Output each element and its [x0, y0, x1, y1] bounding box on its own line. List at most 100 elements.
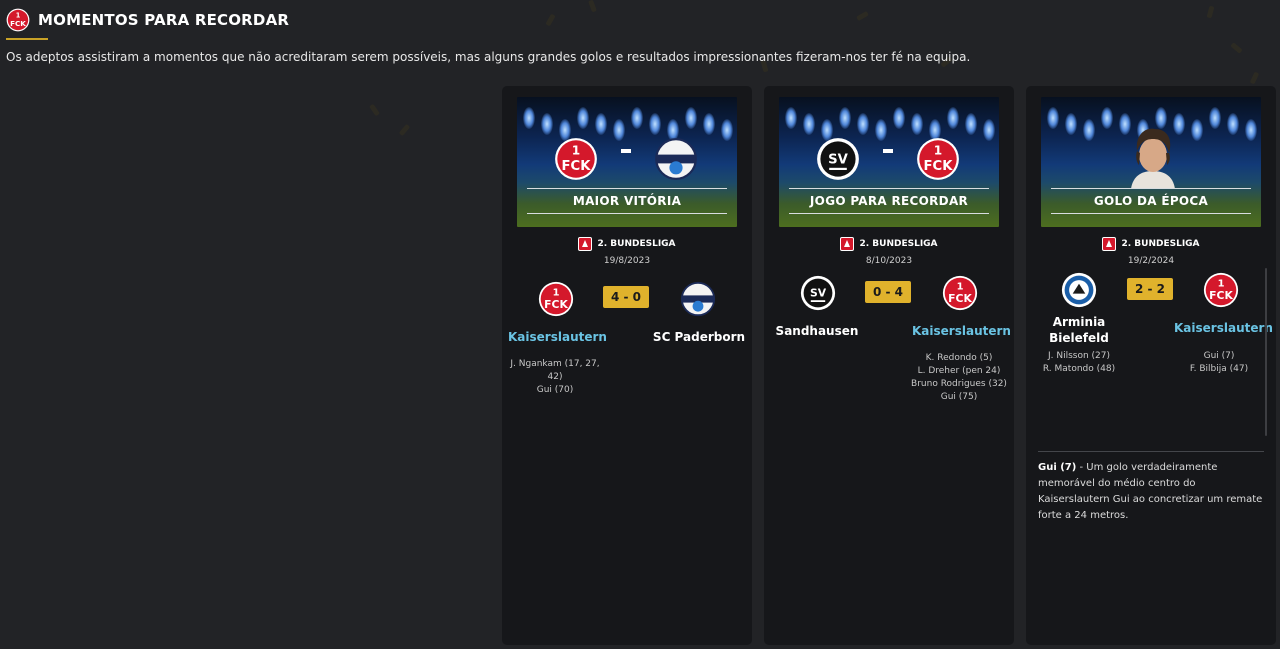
home-team-name[interactable]: Sandhausen [770, 323, 864, 339]
away-team-name[interactable]: Kaiserslautern [1174, 320, 1273, 336]
banner-title: JOGO PARA RECORDAR [809, 194, 969, 208]
stadium-light [803, 113, 815, 135]
club-badge-icon [6, 8, 30, 32]
divider-line [527, 213, 727, 214]
stadium-light [983, 119, 995, 141]
kaiserslautern-logo-icon [916, 137, 960, 181]
banner-title: MAIOR VITÓRIA [572, 194, 682, 208]
scorer-line: 42) [547, 372, 563, 382]
away-team-logo-icon[interactable] [942, 275, 978, 311]
stadium-banner: MAIOR VITÓRIA [517, 97, 737, 227]
scorer-line: Gui (7) [1203, 351, 1235, 361]
team-name-line: Bielefeld [1049, 331, 1109, 345]
goal-description: Gui (7) - Um golo verdadeiramente memorá… [1038, 460, 1264, 524]
confetti-decoration [545, 13, 556, 27]
sandhausen-logo-icon [816, 137, 860, 181]
league-label: 2. BUNDESLIGA [764, 237, 1014, 251]
scorer-line: Gui (70) [536, 385, 574, 395]
stadium-light [893, 107, 905, 129]
banner-title: GOLO DA ÉPOCA [1093, 194, 1209, 208]
bundesliga-logo-icon [578, 237, 592, 251]
league-name: 2. BUNDESLIGA [597, 239, 676, 249]
match-date: 19/2/2024 [1127, 256, 1175, 266]
confetti-decoration [856, 10, 869, 22]
paderborn-logo-icon [654, 137, 698, 181]
scrollbar[interactable] [1265, 268, 1267, 436]
divider-line [527, 188, 727, 189]
scorer-line: Gui (75) [940, 392, 978, 402]
away-team-name[interactable]: Kaiserslautern [912, 323, 1011, 339]
scorer-line: L. Dreher (pen 24) [917, 366, 1001, 376]
away-scorers: Gui (7) F. Bilbija (47) [1172, 350, 1266, 376]
confetti-decoration [398, 123, 411, 137]
stadium-lights [779, 97, 999, 157]
match-date: 19/8/2023 [603, 256, 651, 266]
player-photo [1131, 128, 1175, 189]
stadium-light [1065, 113, 1077, 135]
league-label: 2. BUNDESLIGA [502, 237, 752, 251]
bundesliga-logo-icon [1102, 237, 1116, 251]
divider-line [1051, 213, 1251, 214]
page-subtitle: Os adeptos assistiram a momentos que não… [6, 50, 971, 64]
stadium-light [613, 119, 625, 141]
stadium-light [523, 107, 535, 129]
stadium-light [631, 107, 643, 129]
home-team-name[interactable]: Kaiserslautern [508, 329, 607, 345]
stadium-light [1209, 107, 1221, 129]
stadium-light [1191, 119, 1203, 141]
league-name: 2. BUNDESLIGA [859, 239, 938, 249]
stadium-light [1227, 113, 1239, 135]
divider-line [789, 213, 989, 214]
moment-card-match-to-remember[interactable]: JOGO PARA RECORDAR 2. BUNDESLIGA 8/10/20… [764, 86, 1014, 645]
away-team-logo-icon[interactable] [1203, 272, 1239, 308]
stadium-light [1245, 119, 1257, 141]
goal-scorer: Gui (7) [1038, 462, 1077, 473]
score-box[interactable]: 2 - 2 [1127, 278, 1173, 300]
divider-line [789, 188, 989, 189]
home-team-logo-icon[interactable] [800, 275, 836, 311]
scorer-line: F. Bilbija (47) [1189, 364, 1249, 374]
confetti-decoration [1206, 5, 1215, 19]
score-box[interactable]: 4 - 0 [603, 286, 649, 308]
home-team-logo-icon[interactable] [1061, 272, 1097, 308]
scorer-line: K. Redondo (5) [925, 353, 993, 363]
bundesliga-logo-icon [840, 237, 854, 251]
versus-dash [883, 149, 893, 153]
home-team-logo-icon[interactable] [538, 281, 574, 317]
page-header: MOMENTOS PARA RECORDAR [6, 8, 289, 32]
stadium-light [541, 113, 553, 135]
moment-card-goal-of-season[interactable]: GOLO DA ÉPOCA 2. BUNDESLIGA 19/2/2024 2 … [1026, 86, 1276, 645]
stadium-banner: GOLO DA ÉPOCA [1041, 97, 1261, 227]
stadium-light [857, 113, 869, 135]
separator-line [1038, 451, 1264, 452]
scorer-line: Bruno Rodrigues (32) [911, 379, 1007, 389]
away-team-logo-icon[interactable] [680, 281, 716, 317]
home-team-name[interactable]: Arminia Bielefeld [1032, 314, 1126, 346]
score-box[interactable]: 0 - 4 [865, 281, 911, 303]
team-name-line: Arminia [1052, 315, 1106, 329]
stadium-light [577, 107, 589, 129]
moment-card-biggest-win[interactable]: MAIOR VITÓRIA 2. BUNDESLIGA 19/8/2023 4 … [502, 86, 752, 645]
league-name: 2. BUNDESLIGA [1121, 239, 1200, 249]
stadium-light [785, 107, 797, 129]
stadium-lights [517, 97, 737, 157]
stadium-light [721, 119, 733, 141]
match-date: 8/10/2023 [865, 256, 913, 266]
divider-line [1051, 188, 1251, 189]
scorer-line: J. Nilsson (27) [1047, 351, 1111, 361]
home-scorers: J. Ngankam (17, 27, 42) Gui (70) [508, 358, 602, 397]
confetti-decoration [1249, 71, 1260, 85]
stadium-light [839, 107, 851, 129]
stadium-light [1047, 107, 1059, 129]
away-team-name[interactable]: SC Paderborn [652, 329, 746, 345]
scorer-line: R. Matondo (48) [1042, 364, 1116, 374]
stadium-light [1101, 107, 1113, 129]
stadium-banner: JOGO PARA RECORDAR [779, 97, 999, 227]
home-scorers: J. Nilsson (27) R. Matondo (48) [1032, 350, 1126, 376]
title-underline [6, 38, 48, 40]
stadium-light [947, 107, 959, 129]
stadium-light [1083, 119, 1095, 141]
confetti-decoration [588, 0, 597, 13]
stadium-light [649, 113, 661, 135]
versus-dash [621, 149, 631, 153]
